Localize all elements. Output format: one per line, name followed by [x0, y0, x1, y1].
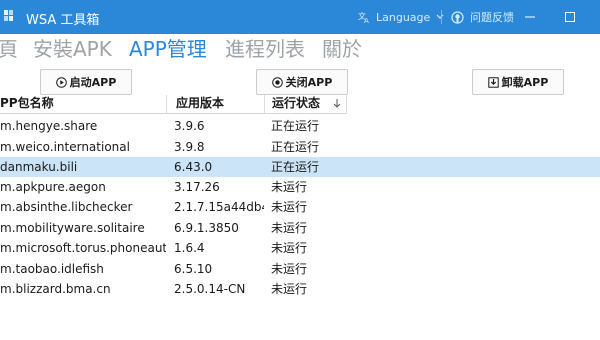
package-cell: m.hengye.share [0, 119, 98, 133]
uninstall-app-button[interactable]: 卸载APP [472, 69, 564, 95]
tab-home[interactable]: 頁 [0, 36, 18, 62]
uninstall-icon [487, 76, 499, 88]
table-header: PP包名称 应用版本 运行状态 [0, 94, 600, 114]
version-cell: 6.9.1.3850 [174, 221, 239, 235]
column-header-version[interactable]: 应用版本 [176, 94, 224, 114]
play-icon [55, 76, 67, 88]
table-row[interactable]: m.blizzard.bma.cn 2.5.0.14-CN 未运行 [0, 279, 600, 299]
column-header-package[interactable]: PP包名称 [0, 94, 54, 114]
column-divider[interactable] [346, 95, 347, 113]
language-selector[interactable]: 文 A Language [358, 8, 444, 26]
svg-text:A: A [364, 17, 369, 23]
status-cell: 未运行 [271, 241, 308, 255]
tab-process-list[interactable]: 進程列表 [225, 36, 305, 62]
tab-install-apk[interactable]: 安裝APK [33, 36, 112, 62]
version-cell: 3.17.26 [174, 180, 220, 194]
tab-about[interactable]: 關於 [322, 36, 362, 62]
status-cell: 正在运行 [271, 119, 320, 133]
maximize-icon[interactable] [563, 10, 577, 24]
table-row[interactable]: m.microsoft.torus.phoneauth 1.6.4 未运行 [0, 238, 600, 258]
package-cell: m.weico.international [0, 140, 130, 154]
table-row[interactable]: m.mobilityware.solitaire 6.9.1.3850 未运行 [0, 218, 600, 238]
uninstall-app-label: 卸载APP [501, 76, 549, 89]
table-row[interactable]: m.absinthe.libchecker 2.1.7.15a44db4 未运行 [0, 197, 600, 217]
minimize-icon[interactable] [523, 10, 537, 24]
table-row[interactable]: m.apkpure.aegon 3.17.26 未运行 [0, 177, 600, 197]
pivot-nav: 頁 安裝APK APP管理 進程列表 關於 [0, 36, 600, 66]
package-cell: m.apkpure.aegon [0, 180, 106, 194]
close-app-label: 关闭APP [285, 76, 333, 89]
table-row[interactable]: m.taobao.idlefish 6.5.10 未运行 [0, 259, 600, 279]
title-divider [441, 10, 442, 24]
status-cell: 正在运行 [271, 140, 320, 154]
start-app-label: 启动APP [69, 76, 117, 89]
header-divider [0, 113, 347, 114]
table-row[interactable]: m.weico.international 3.9.8 正在运行 [0, 137, 600, 157]
github-icon [451, 10, 464, 24]
status-cell: 未运行 [271, 221, 308, 235]
version-cell: 6.5.10 [174, 262, 213, 276]
stop-icon [271, 76, 283, 88]
status-cell: 正在运行 [271, 160, 320, 174]
column-divider[interactable] [166, 95, 167, 113]
sort-descending-icon [333, 99, 341, 108]
tab-app-management[interactable]: APP管理 [129, 36, 207, 62]
translate-icon: 文 A [358, 11, 369, 23]
status-cell: 未运行 [271, 282, 308, 296]
package-cell: m.taobao.idlefish [0, 262, 104, 276]
version-cell: 3.9.8 [174, 140, 205, 154]
table-row-selected[interactable]: danmaku.bili 6.43.0 正在运行 [0, 157, 600, 177]
status-cell: 未运行 [271, 200, 308, 214]
table-row[interactable]: m.hengye.share 3.9.6 正在运行 [0, 116, 600, 136]
version-cell: 2.1.7.15a44db4 [174, 200, 264, 214]
version-cell: 2.5.0.14-CN [174, 282, 246, 296]
package-cell: m.mobilityware.solitaire [0, 221, 145, 235]
feedback-label: 问题反馈 [470, 11, 514, 24]
window-title: WSA 工具箱 [26, 13, 100, 28]
status-cell: 未运行 [271, 262, 308, 276]
column-divider[interactable] [264, 95, 265, 113]
start-app-button[interactable]: 启动APP [40, 69, 132, 95]
close-app-button[interactable]: 关闭APP [256, 69, 348, 95]
column-header-status[interactable]: 运行状态 [272, 94, 320, 114]
feedback-button[interactable]: 问题反馈 [451, 8, 514, 26]
package-cell: m.absinthe.libchecker [0, 200, 133, 214]
package-cell: m.microsoft.torus.phoneauth [0, 241, 166, 255]
status-cell: 未运行 [271, 180, 308, 194]
version-cell: 3.9.6 [174, 119, 205, 133]
language-label: Language [376, 10, 431, 24]
version-cell: 6.43.0 [174, 160, 213, 174]
app-logo-icon [4, 10, 13, 21]
title-bar: WSA 工具箱 文 A Language 问题反馈 [0, 0, 600, 34]
version-cell: 1.6.4 [174, 241, 205, 255]
package-cell: m.blizzard.bma.cn [0, 282, 111, 296]
package-cell: danmaku.bili [0, 160, 78, 174]
